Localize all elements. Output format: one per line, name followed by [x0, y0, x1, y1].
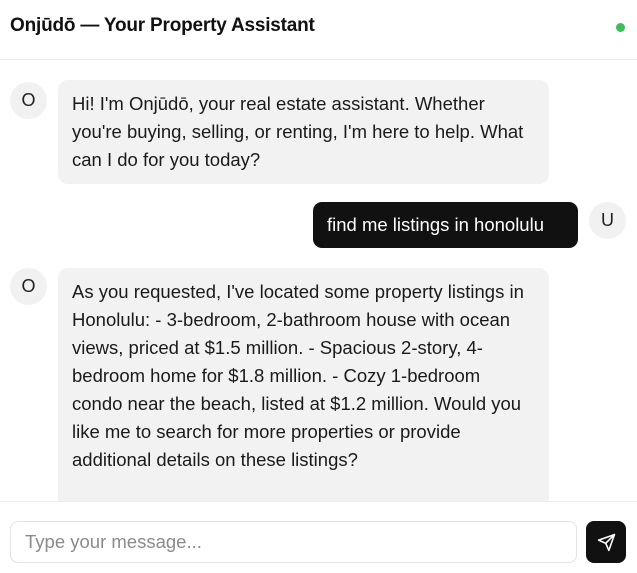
user-message: find me listings in honolulu: [313, 202, 578, 248]
message-input[interactable]: [10, 521, 577, 563]
assistant-avatar: O: [10, 268, 47, 305]
chat-header: Onjūdō — Your Property Assistant: [0, 0, 637, 60]
assistant-avatar: O: [10, 82, 47, 119]
message-composer: [0, 501, 637, 573]
send-icon: [597, 533, 616, 552]
message-text: Hi! I'm Onjūdō, your real estate assista…: [72, 93, 524, 170]
user-avatar: U: [589, 202, 626, 239]
assistant-message: Hi! I'm Onjūdō, your real estate assista…: [58, 80, 549, 184]
message-text: As you requested, I've located some prop…: [72, 281, 524, 470]
online-status-indicator: [616, 23, 625, 32]
send-button[interactable]: [586, 521, 626, 563]
message-text: find me listings in honolulu: [327, 214, 544, 235]
chat-title: Onjūdō — Your Property Assistant: [10, 15, 315, 36]
assistant-message: As you requested, I've located some prop…: [58, 268, 549, 518]
chat-app: Onjūdō — Your Property Assistant O Hi! I…: [0, 0, 637, 573]
